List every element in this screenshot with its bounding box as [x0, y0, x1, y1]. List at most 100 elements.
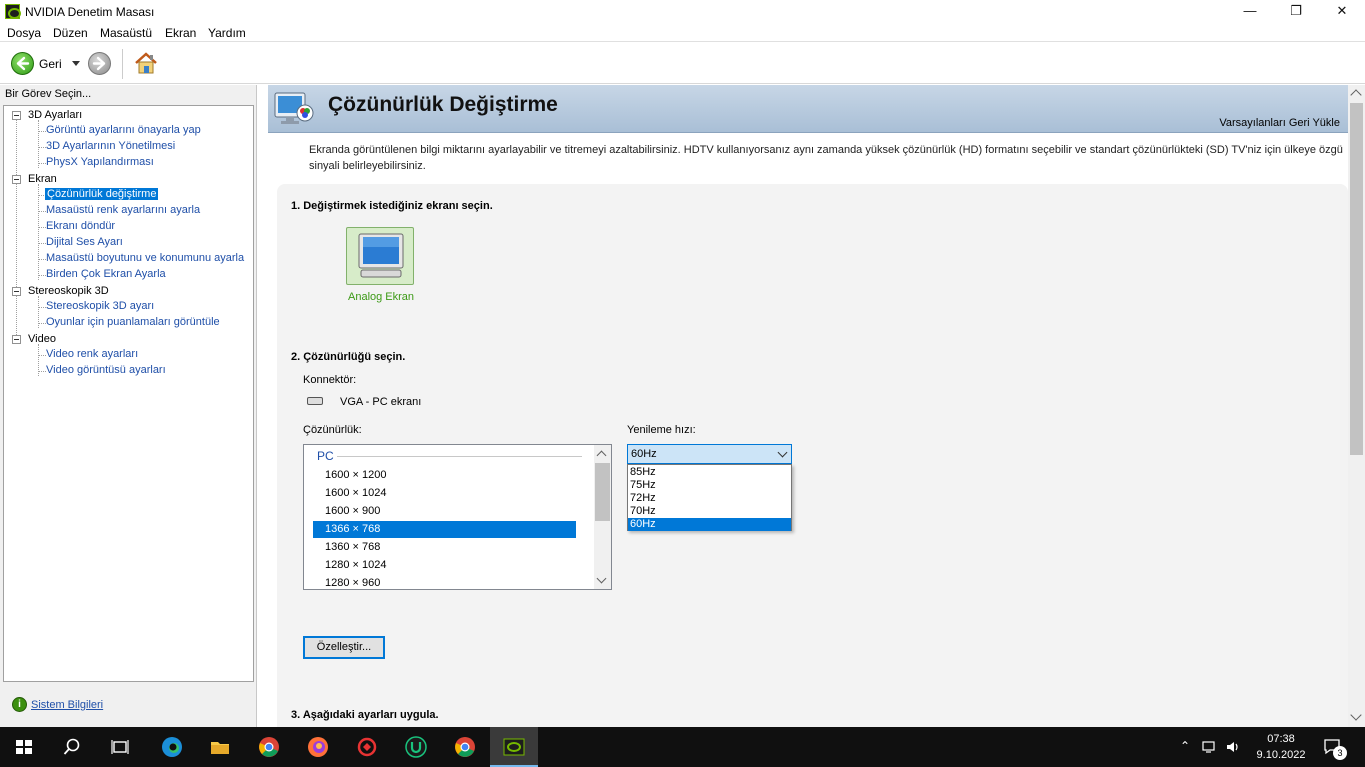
page-header: Çözünürlük Değiştirme Varsayılanları Ger…: [268, 85, 1352, 133]
step-2-heading: 2. Çözünürlüğü seçin.: [291, 351, 406, 363]
content-panel: Çözünürlük Değiştirme Varsayılanları Ger…: [258, 85, 1365, 744]
content-scrollbar[interactable]: [1348, 85, 1365, 727]
taskbar-edge[interactable]: [148, 727, 196, 767]
resolution-option[interactable]: 1600 × 1200: [313, 467, 576, 484]
tree-item-rotate-display[interactable]: Ekranı döndür: [46, 220, 115, 232]
resolution-option[interactable]: 1360 × 768: [313, 539, 576, 556]
refresh-option[interactable]: 72Hz: [628, 492, 791, 505]
tree-item-video-color[interactable]: Video renk ayarları: [46, 348, 138, 360]
resolution-option[interactable]: 1280 × 960: [313, 575, 576, 589]
task-view-button[interactable]: [96, 727, 144, 767]
taskbar-app-red[interactable]: [343, 727, 391, 767]
resolution-list[interactable]: PC 1600 × 1200 1600 × 1024 1600 × 900 13…: [303, 444, 612, 590]
tree-line: [39, 275, 46, 276]
tree-collapse-3d[interactable]: [12, 111, 21, 120]
resolution-option[interactable]: 1600 × 1024: [313, 485, 576, 502]
customize-button[interactable]: Özelleştir...: [303, 636, 385, 659]
volume-icon[interactable]: [1225, 740, 1241, 754]
scroll-up-icon[interactable]: [1350, 89, 1362, 101]
tray-chevron-up-icon[interactable]: ⌃: [1180, 739, 1190, 753]
nvidia-icon: [503, 738, 525, 756]
back-button[interactable]: [11, 52, 34, 75]
page-description: Ekranda görüntülenen bilgi miktarını aya…: [309, 144, 1343, 172]
clock-time: 07:38: [1267, 733, 1295, 745]
tree-line: [39, 371, 46, 372]
window-title: NVIDIA Denetim Masası: [25, 5, 155, 19]
tree-node-stereo[interactable]: Stereoskopik 3D: [28, 285, 109, 297]
tree-node-3d[interactable]: 3D Ayarları: [28, 109, 82, 121]
restore-defaults-link[interactable]: Varsayılanları Geri Yükle: [1219, 117, 1340, 129]
monitor-icon: [358, 233, 404, 278]
scroll-thumb[interactable]: [595, 463, 610, 521]
tree-node-video[interactable]: Video: [28, 333, 56, 345]
resolution-option-selected[interactable]: 1366 × 768: [313, 521, 576, 538]
taskbar-firefox[interactable]: [294, 727, 342, 767]
menu-dosya[interactable]: Dosya: [7, 26, 41, 40]
menu-yardim[interactable]: Yardım: [208, 26, 246, 40]
tree-collapse-video[interactable]: [12, 335, 21, 344]
start-button[interactable]: [0, 727, 48, 767]
refresh-rate-select[interactable]: 60Hz: [627, 444, 792, 464]
resolution-option[interactable]: 1280 × 1024: [313, 557, 576, 574]
network-icon[interactable]: [1201, 740, 1219, 754]
refresh-option[interactable]: 85Hz: [628, 466, 791, 479]
back-label[interactable]: Geri: [39, 57, 62, 71]
display-name[interactable]: Analog Ekran: [348, 291, 414, 303]
scroll-up-icon[interactable]: [596, 450, 607, 461]
arrow-left-icon: [16, 56, 30, 71]
menu-ekran[interactable]: Ekran: [165, 26, 196, 40]
tree-node-ekran[interactable]: Ekran: [28, 173, 57, 185]
maximize-button[interactable]: ❐: [1273, 0, 1319, 23]
clock-date: 9.10.2022: [1256, 749, 1306, 761]
forward-button[interactable]: [88, 52, 111, 75]
tree-item-change-resolution[interactable]: Çözünürlük değiştirme: [45, 188, 159, 200]
tree-item-video-image[interactable]: Video görüntüsü ayarları: [46, 364, 166, 376]
minimize-button[interactable]: —: [1227, 0, 1273, 23]
system-info-link[interactable]: Sistem Bilgileri: [31, 699, 103, 711]
tree-line: [39, 211, 46, 212]
refresh-option[interactable]: 70Hz: [628, 505, 791, 518]
menu-masaustu[interactable]: Masaüstü: [100, 26, 152, 40]
system-clock[interactable]: 07:38 9.10.2022: [1253, 731, 1309, 763]
tree-item-desktop-color[interactable]: Masaüstü renk ayarlarını ayarla: [46, 204, 200, 216]
toolbar: Geri: [0, 43, 1365, 84]
tree-item-multiple-displays[interactable]: Birden Çok Ekran Ayarla: [46, 268, 166, 280]
tree-line: [39, 131, 46, 132]
display-tile-analog[interactable]: [346, 227, 414, 285]
history-dropdown-icon[interactable]: [72, 61, 80, 66]
resolution-list-scrollbar[interactable]: [594, 445, 611, 589]
refresh-option-selected[interactable]: 60Hz: [628, 518, 791, 531]
menu-bar: Dosya Düzen Masaüstü Ekran Yardım: [0, 23, 1365, 42]
tree-item-digital-audio[interactable]: Dijital Ses Ayarı: [46, 236, 123, 248]
tree-item-game-ratings[interactable]: Oyunlar için puanlamaları görüntüle: [46, 316, 220, 328]
tree-line: [39, 147, 46, 148]
taskbar-nvidia[interactable]: [490, 727, 538, 767]
page-title: Çözünürlük Değiştirme: [328, 93, 558, 116]
taskbar-app-green[interactable]: [392, 727, 440, 767]
resolution-option[interactable]: 1600 × 900: [313, 503, 576, 520]
tree-line: [16, 120, 17, 341]
scroll-down-icon[interactable]: [596, 573, 607, 584]
tree-item-preset-image-settings[interactable]: Görüntü ayarlarını önayarla yap: [46, 124, 201, 136]
scroll-down-icon[interactable]: [1350, 709, 1362, 721]
menu-duzen[interactable]: Düzen: [53, 26, 88, 40]
title-bar: NVIDIA Denetim Masası — ❐ ✕: [0, 0, 1365, 23]
taskbar-chrome-2[interactable]: [441, 727, 489, 767]
search-button[interactable]: [48, 727, 96, 767]
scroll-thumb[interactable]: [1350, 103, 1363, 455]
taskbar-chrome[interactable]: [245, 727, 293, 767]
tree-item-physx[interactable]: PhysX Yapılandırması: [46, 156, 154, 168]
close-button[interactable]: ✕: [1319, 0, 1365, 23]
taskbar-file-explorer[interactable]: [196, 727, 244, 767]
firefox-icon: [308, 737, 328, 757]
tree-collapse-ekran[interactable]: [12, 175, 21, 184]
home-icon[interactable]: [133, 50, 159, 76]
tree-item-stereo-setup[interactable]: Stereoskopik 3D ayarı: [46, 300, 154, 312]
tree-item-desktop-size-position[interactable]: Masaüstü boyutunu ve konumunu ayarla: [46, 252, 244, 264]
info-icon: i: [12, 697, 27, 712]
folder-icon: [211, 742, 229, 754]
task-panel: Bir Görev Seçin... 3D Ayarları Görüntü a…: [0, 85, 257, 727]
refresh-option[interactable]: 75Hz: [628, 479, 791, 492]
tree-collapse-stereo[interactable]: [12, 287, 21, 296]
tree-item-manage-3d[interactable]: 3D Ayarlarının Yönetilmesi: [46, 140, 175, 152]
